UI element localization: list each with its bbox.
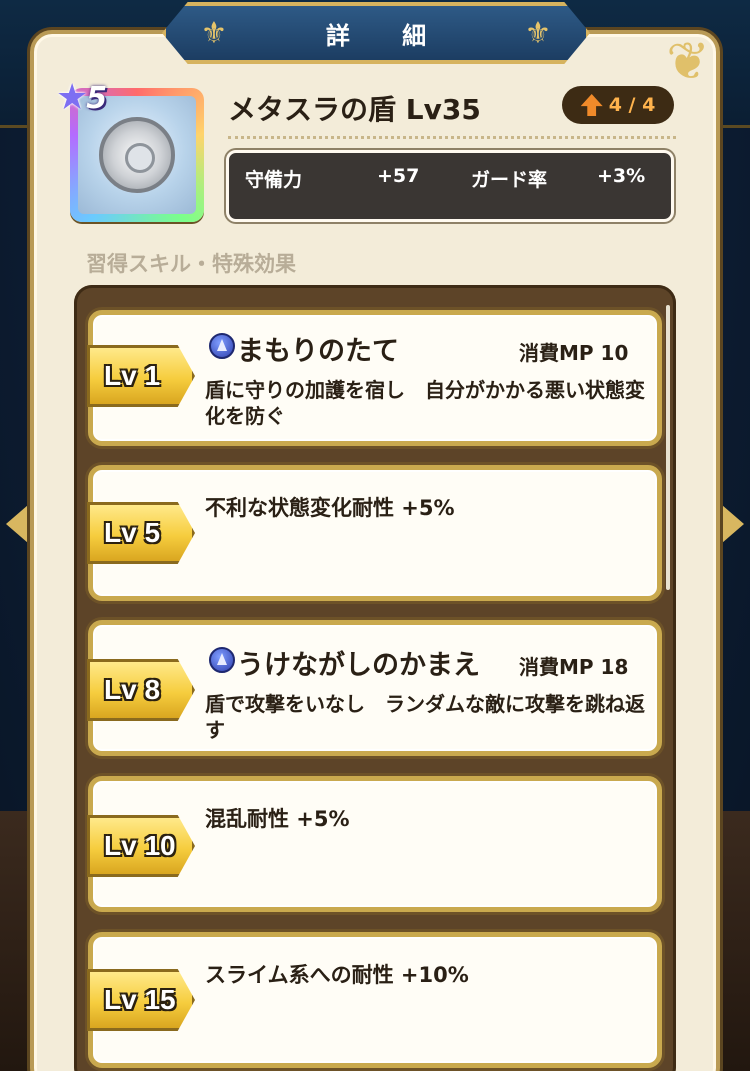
mp-cost: 消費MP 10 (519, 341, 629, 365)
skill-card[interactable]: Lv 15 スライム系への耐性 +10% (87, 932, 662, 1068)
skill-type-icon (209, 333, 235, 359)
stat-value: +3% (597, 165, 646, 187)
section-title: 習得スキル・特殊効果 (86, 252, 296, 276)
stat-box: 守備力 +57 ガード率 +3% (226, 150, 674, 222)
stat-label: 守備力 (245, 169, 303, 191)
level-tag: Lv 1 (87, 345, 195, 407)
level-tag: Lv 15 (87, 969, 195, 1031)
level-tag: Lv 10 (87, 815, 195, 877)
fleur-de-lis-icon: ⚜ (524, 16, 552, 51)
level-label: Lv 10 (104, 830, 176, 861)
skill-card[interactable]: Lv 10 混乱耐性 +5% (87, 776, 662, 912)
silver-shield-icon (99, 117, 175, 193)
level-label: Lv 1 (104, 360, 161, 391)
upgrade-arrow-icon (580, 94, 603, 116)
skill-card[interactable]: Lv 1 まもりのたて 消費MP 10 盾に守りの加護を宿し 自分がかかる悪い状… (87, 310, 662, 446)
tier-count: 4 / 4 (608, 94, 656, 116)
scrollbar[interactable] (666, 305, 670, 590)
mp-cost: 消費MP 18 (519, 655, 629, 679)
rarity-badge: ★ 5 (56, 76, 126, 120)
rarity-stars: 5 (86, 80, 108, 116)
page-title: 詳 細 (325, 21, 449, 50)
skill-card[interactable]: Lv 5 不利な状態変化耐性 +5% (87, 465, 662, 601)
effect-text: 不利な状態変化耐性 +5% (205, 496, 455, 520)
skill-name: うけながしのかまえ (237, 650, 480, 681)
fleur-de-lis-icon: ⚜ (200, 16, 228, 51)
level-label: Lv 8 (104, 674, 161, 705)
effect-text: スライム系への耐性 +10% (205, 963, 469, 987)
skill-card[interactable]: Lv 8 うけながしのかまえ 消費MP 18 盾で攻撃をいなし ランダムな敵に攻… (87, 620, 662, 756)
level-tag: Lv 8 (87, 659, 195, 721)
level-label: Lv 5 (104, 517, 161, 548)
stat-value: +57 (377, 165, 420, 187)
skill-description: 盾で攻撃をいなし ランダムな敵に攻撃を跳ね返す (205, 692, 645, 742)
skill-description: 盾に守りの加護を宿し 自分がかかる悪い状態変化を防ぐ (205, 378, 645, 428)
effect-text: 混乱耐性 +5% (205, 807, 350, 831)
skill-name: まもりのたて (237, 336, 399, 367)
divider (228, 136, 676, 139)
level-label: Lv 15 (104, 984, 176, 1015)
title-banner: ⚜ 詳 細 ⚜ (162, 2, 590, 64)
stat-label: ガード率 (471, 169, 548, 191)
tier-badge: 4 / 4 (562, 86, 674, 124)
item-name: メタスラの盾 Lv35 (228, 93, 481, 126)
star-icon: ★ (56, 77, 89, 118)
skill-type-icon (209, 647, 235, 673)
level-tag: Lv 5 (87, 502, 195, 564)
